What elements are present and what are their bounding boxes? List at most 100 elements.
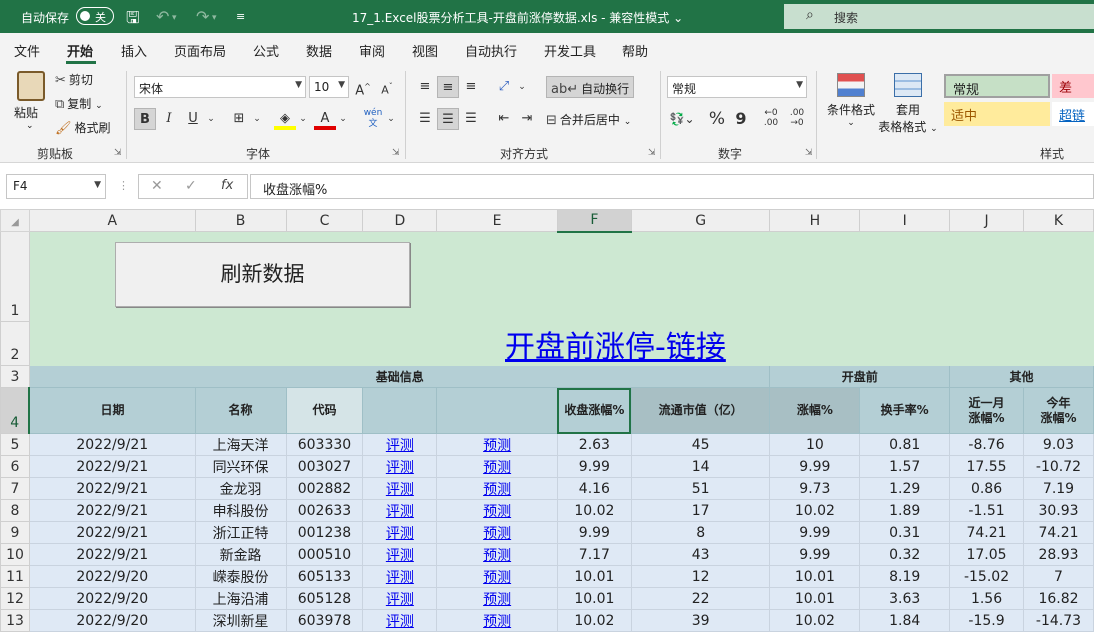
data-cell[interactable]: -8.76 [949, 433, 1024, 456]
row-header[interactable]: 13 [0, 609, 30, 632]
currency-icon[interactable]: 💱⌄ [667, 108, 697, 130]
row-header-2[interactable]: 2 [0, 321, 30, 366]
insert-function-icon[interactable]: fx [221, 178, 233, 193]
cell[interactable] [859, 231, 951, 322]
group-header-pre-open[interactable]: 开盘前 [769, 365, 951, 388]
clipboard-dialog-launcher-icon[interactable]: ⇲ [114, 148, 122, 158]
data-cell[interactable]: -15.02 [949, 565, 1024, 588]
data-cell[interactable]: 9.99 [769, 521, 861, 544]
column-header-c[interactable]: C [285, 209, 364, 232]
data-cell[interactable]: -15.9 [949, 609, 1024, 632]
data-cell[interactable]: 10.01 [769, 587, 861, 610]
tab-review[interactable]: 审阅 [359, 41, 385, 60]
data-cell[interactable]: 10.02 [556, 499, 632, 522]
cut-button[interactable]: ✂ 剪切 [55, 71, 93, 88]
cell[interactable] [436, 231, 558, 322]
column-header-i[interactable]: I [859, 209, 951, 232]
data-cell[interactable]: 2022/9/21 [28, 499, 196, 522]
comma-button[interactable]: 9 [730, 108, 752, 130]
data-cell[interactable]: 45 [630, 433, 771, 456]
align-left-icon[interactable]: ☰ [414, 108, 436, 130]
column-header-g[interactable]: G [630, 209, 771, 232]
data-cell[interactable]: 605133 [285, 565, 364, 588]
data-cell[interactable]: 7 [1022, 565, 1094, 588]
data-cell[interactable]: 2022/9/21 [28, 543, 196, 566]
column-header-e[interactable]: E [436, 209, 558, 232]
data-cell[interactable]: 30.93 [1022, 499, 1094, 522]
font-name-combo[interactable]: 宋体 ▼ [134, 76, 306, 98]
row-header[interactable]: 8 [0, 499, 30, 522]
formula-input[interactable]: 收盘涨幅% [250, 174, 1094, 199]
data-cell[interactable]: 16.82 [1022, 587, 1094, 610]
column-header-a[interactable]: A [28, 209, 196, 232]
row-header[interactable]: 7 [0, 477, 30, 500]
format-painter-button[interactable]: 🖌 格式刷 [55, 119, 111, 136]
data-cell[interactable]: 2022/9/21 [28, 433, 196, 456]
search-box[interactable]: ⌕ 搜索 [784, 4, 1094, 29]
group-header-other[interactable]: 其他 [949, 365, 1094, 388]
data-cell[interactable]: 金龙羽 [194, 477, 287, 500]
italic-button[interactable]: I [158, 108, 180, 130]
cancel-icon[interactable]: ✕ [151, 178, 163, 194]
style-normal[interactable]: 常规 [944, 74, 1050, 98]
merge-center-button[interactable]: ⊟ 合并后居中 ⌄ [546, 111, 631, 128]
data-cell[interactable]: -1.51 [949, 499, 1024, 522]
cell[interactable] [556, 231, 632, 322]
data-cell[interactable]: 1.57 [859, 455, 951, 478]
link-cell[interactable]: 预测 [436, 587, 558, 610]
data-cell[interactable]: -14.73 [1022, 609, 1094, 632]
align-middle-icon[interactable]: ≡ [437, 76, 459, 98]
data-cell[interactable]: 浙江正特 [194, 521, 287, 544]
column-header-k[interactable]: K [1022, 209, 1094, 232]
data-cell[interactable]: 10.01 [769, 565, 861, 588]
title-hyperlink[interactable]: 开盘前涨停-链接 [505, 322, 726, 366]
data-cell[interactable]: 9.99 [769, 543, 861, 566]
font-color-dropdown-icon[interactable]: ⌄ [332, 108, 354, 130]
data-cell[interactable]: 4.16 [556, 477, 632, 500]
data-cell[interactable]: 9.99 [556, 455, 632, 478]
data-cell[interactable]: 9.73 [769, 477, 861, 500]
number-dialog-launcher-icon[interactable]: ⇲ [805, 148, 813, 158]
column-header-f[interactable]: F [556, 209, 632, 233]
decrease-decimal-icon[interactable]: .00 →0 [786, 108, 808, 130]
link-cell[interactable]: 评测 [362, 477, 438, 500]
header-blank-e[interactable] [436, 387, 558, 434]
tab-insert[interactable]: 插入 [121, 41, 147, 60]
data-cell[interactable]: -10.72 [1022, 455, 1094, 478]
data-cell[interactable]: 7.19 [1022, 477, 1094, 500]
data-cell[interactable]: 嵘泰股份 [194, 565, 287, 588]
refresh-data-button[interactable]: 刷新数据 [115, 242, 410, 307]
data-cell[interactable]: 0.32 [859, 543, 951, 566]
data-cell[interactable]: 74.21 [1022, 521, 1094, 544]
link-cell[interactable]: 评测 [362, 455, 438, 478]
save-icon[interactable]: 🖫 [126, 7, 140, 34]
link-cell[interactable]: 评测 [362, 521, 438, 544]
decrease-font-icon[interactable]: Aˇ [376, 76, 398, 98]
link-cell[interactable]: 评测 [362, 433, 438, 456]
style-bad[interactable]: 差 [1052, 74, 1094, 98]
row-header-4[interactable]: 4 [0, 387, 31, 434]
increase-decimal-icon[interactable]: ←0.00 [760, 108, 782, 130]
column-header-h[interactable]: H [769, 209, 861, 232]
decrease-indent-icon[interactable]: ⇤ [493, 108, 515, 130]
row-header[interactable]: 6 [0, 455, 30, 478]
cell[interactable] [949, 231, 1024, 322]
data-cell[interactable]: 9.99 [556, 521, 632, 544]
bold-button[interactable]: B [134, 108, 156, 130]
data-cell[interactable]: 002882 [285, 477, 364, 500]
data-cell[interactable]: 74.21 [949, 521, 1024, 544]
link-cell[interactable]: 预测 [436, 477, 558, 500]
link-cell[interactable]: 评测 [362, 587, 438, 610]
select-all-corner[interactable]: ◢ [0, 209, 30, 232]
header-code[interactable]: 代码 [285, 387, 364, 434]
data-cell[interactable]: 上海天洋 [194, 433, 287, 456]
data-cell[interactable]: 0.31 [859, 521, 951, 544]
data-cell[interactable]: 17.55 [949, 455, 1024, 478]
link-cell[interactable]: 评测 [362, 543, 438, 566]
undo-dropdown-icon[interactable]: ▾ [172, 13, 177, 23]
borders-dropdown-icon[interactable]: ⌄ [246, 108, 268, 130]
redo-icon[interactable]: ↷ [196, 7, 209, 26]
data-cell[interactable]: 3.63 [859, 587, 951, 610]
data-cell[interactable]: 003027 [285, 455, 364, 478]
percent-button[interactable]: % [706, 108, 728, 130]
